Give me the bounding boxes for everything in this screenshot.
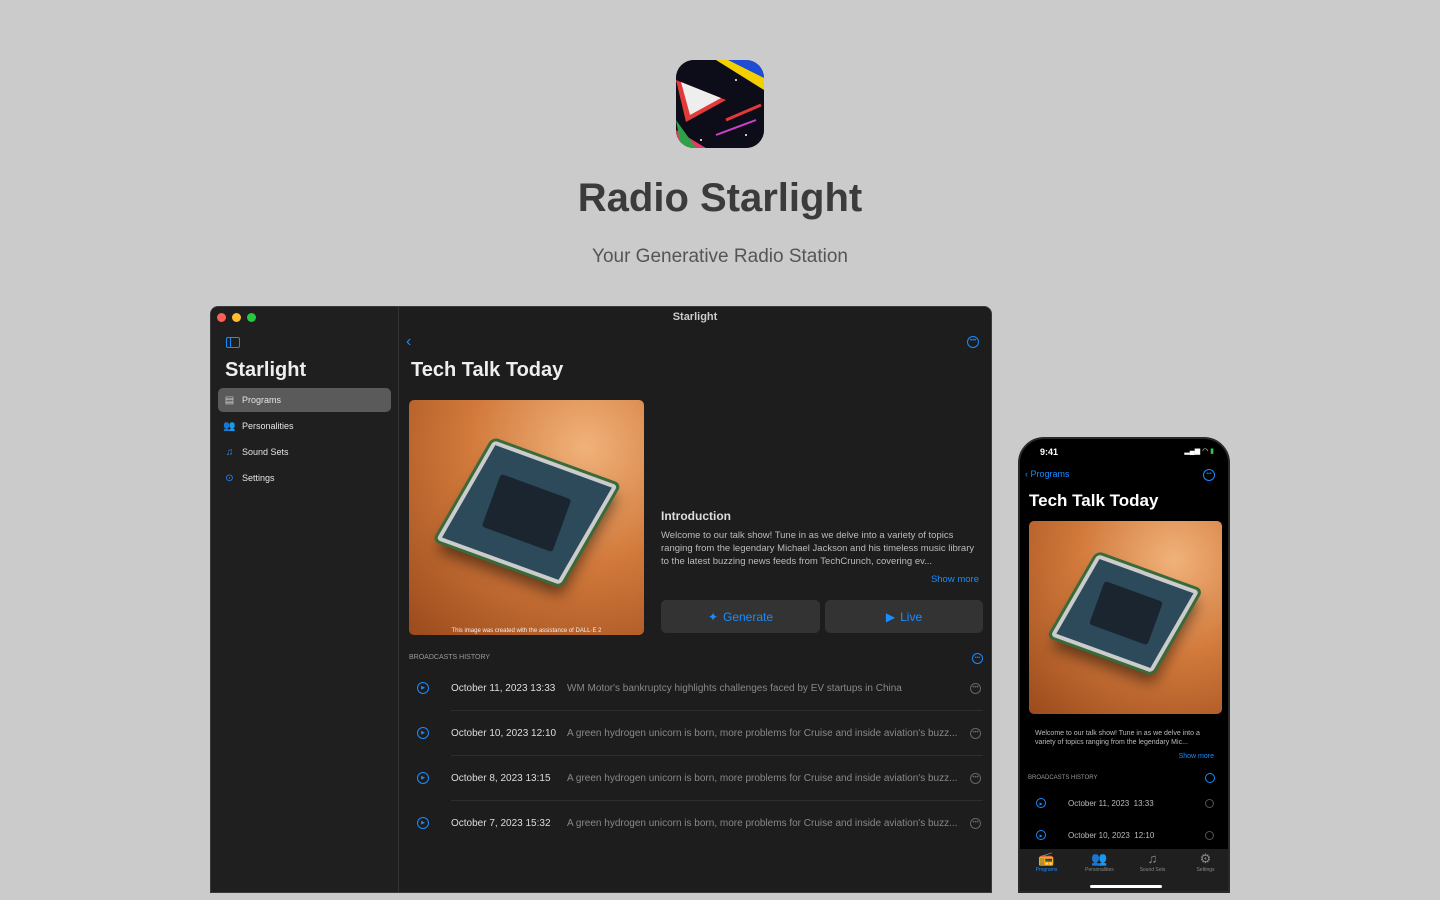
close-window-button[interactable] — [217, 313, 226, 322]
broadcast-description: A green hydrogen unicorn is born, more p… — [567, 727, 958, 739]
history-heading: BROADCASTS HISTORY — [1028, 775, 1098, 781]
broadcast-description: A green hydrogen unicorn is born, more p… — [567, 772, 958, 784]
people-icon: 👥 — [1091, 851, 1108, 866]
broadcast-description: A green hydrogen unicorn is born, more p… — [567, 817, 958, 829]
history-row[interactable]: ▶ October 10, 2023 12:10 A green hydrogen … — [409, 711, 991, 755]
gear-icon: ⊙ — [225, 472, 234, 484]
tab-bar: 📻 Programs 👥 Personalities ♫ Sound Sets ⚙ Setti… — [1020, 849, 1228, 891]
play-icon[interactable]: ▶ — [1036, 830, 1046, 840]
sidebar-item-label: Settings — [242, 473, 275, 483]
history-row[interactable]: ▶ October 11, 2023 13:33 — [1020, 791, 1228, 815]
broadcast-date: October 10, 2023 12:10 — [451, 727, 557, 739]
status-icons: ▂▄▆ ◠ ▮ — [1184, 447, 1214, 455]
button-label: Generate — [723, 609, 774, 624]
hero-subtitle: Your Generative Radio Station — [592, 246, 848, 267]
sparkle-icon: ✦ — [707, 609, 718, 624]
history-row[interactable]: ▶ October 8, 2023 13:15 A green hydrogen u… — [409, 756, 991, 800]
sidebar-item-personalities[interactable]: 👥 Personalities — [218, 414, 391, 438]
broadcast-description: WM Motor's bankruptcy highlights challen… — [567, 682, 902, 694]
intro-text: Welcome to our talk show! Tune in as we … — [661, 530, 975, 567]
sidebar-toggle-icon[interactable] — [226, 337, 240, 348]
sidebar-item-label: Personalities — [242, 421, 294, 431]
row-more-icon[interactable]: ••• — [970, 772, 981, 784]
broadcast-date: October 7, 2023 15:32 — [451, 817, 551, 829]
radio-icon: ▤ — [224, 394, 235, 406]
tab-label: Personalities — [1085, 867, 1114, 873]
music-list-icon: ♫ — [225, 446, 234, 458]
play-icon[interactable]: ▶ — [1036, 798, 1046, 808]
row-more-icon[interactable] — [1205, 830, 1214, 840]
program-artwork: This image was created with the assistan… — [409, 400, 644, 635]
signal-icon: ▂▄▆ — [1184, 448, 1201, 455]
button-label: Live — [900, 609, 923, 624]
music-list-icon: ♫ — [1147, 851, 1158, 866]
history-more-icon[interactable] — [1205, 773, 1215, 783]
history-heading: BROADCASTS HISTORY — [409, 654, 491, 661]
sidebar: Starlight ▤ Programs 👥 Personalities ♫ Soun… — [211, 307, 399, 892]
page-title: Tech Talk Today — [411, 359, 564, 381]
broadcast-date: October 11, 2023 13:33 — [1068, 798, 1154, 808]
play-icon[interactable]: ▶ — [417, 817, 429, 829]
tab-programs[interactable]: 📻 Programs — [1020, 851, 1073, 873]
tab-label: Programs — [1035, 867, 1058, 873]
battery-icon: ▮ — [1210, 448, 1214, 455]
history-row[interactable]: ▶ October 10, 2023 12:10 — [1020, 823, 1228, 847]
generate-button[interactable]: ✦ Generate — [661, 600, 820, 633]
people-icon: 👥 — [223, 420, 236, 432]
play-icon[interactable]: ▶ — [417, 682, 429, 694]
app-icon — [676, 60, 764, 148]
status-time: 9:41 — [1040, 447, 1059, 457]
row-more-icon[interactable]: ••• — [970, 817, 981, 829]
broadcast-date: October 10, 2023 12:10 — [1068, 830, 1155, 840]
play-icon[interactable]: ▶ — [417, 772, 429, 784]
gear-icon: ⚙ — [1199, 851, 1212, 866]
minimize-window-button[interactable] — [232, 313, 241, 322]
tab-settings[interactable]: ⚙ Settings — [1179, 851, 1228, 873]
program-artwork — [1029, 521, 1222, 714]
radio-icon: 📻 — [1038, 851, 1055, 866]
zoom-window-button[interactable] — [247, 313, 256, 322]
tab-label: Sound Sets — [1139, 867, 1166, 873]
back-button[interactable]: ‹ Programs — [1025, 469, 1070, 479]
show-more-link[interactable]: Show more — [931, 574, 979, 585]
row-more-icon[interactable]: ••• — [970, 727, 981, 739]
window-title: Starlight — [672, 311, 718, 323]
sidebar-item-label: Programs — [242, 395, 282, 405]
hero-title: Radio Starlight — [577, 176, 863, 220]
play-icon[interactable]: ▶ — [417, 727, 429, 739]
intro-text: Welcome to our talk show! Tune in as we … — [1035, 730, 1200, 746]
show-more-link[interactable]: Show more — [1179, 753, 1214, 760]
tab-sound-sets[interactable]: ♫ Sound Sets — [1126, 851, 1179, 873]
sidebar-item-settings[interactable]: ⊙ Settings — [218, 466, 391, 490]
live-button[interactable]: ▶ Live — [825, 600, 983, 633]
tab-personalities[interactable]: 👥 Personalities — [1073, 851, 1126, 873]
back-label: Programs — [1030, 469, 1070, 479]
sidebar-title: Starlight — [225, 359, 307, 381]
phone-frame: 9:41 ▂▄▆ ◠ ▮ ‹ Programs ••• Tech Talk To… — [1018, 437, 1230, 893]
image-caption: This image was created with the assistan… — [451, 628, 602, 634]
history-row[interactable]: ▶ October 7, 2023 15:32 A green hydrogen u… — [409, 801, 991, 845]
row-more-icon[interactable]: ••• — [970, 682, 981, 694]
page-title: Tech Talk Today — [1029, 491, 1159, 510]
more-options-icon[interactable]: ••• — [1203, 469, 1215, 481]
play-icon: ▶ — [885, 609, 896, 624]
wifi-icon: ◠ — [1202, 448, 1209, 455]
tab-label: Settings — [1196, 867, 1215, 873]
broadcast-date: October 8, 2023 13:15 — [451, 772, 551, 784]
mac-window: Starlight ▤ Programs 👥 Personalities ♫ Soun… — [210, 306, 992, 893]
more-options-icon[interactable]: ••• — [967, 336, 979, 348]
broadcast-date: October 11, 2023 13:33 — [451, 682, 556, 694]
sidebar-item-label: Sound Sets — [242, 447, 289, 457]
intro-heading: Introduction — [661, 509, 731, 523]
back-chevron-icon[interactable]: ‹ — [406, 333, 411, 351]
history-row[interactable]: ▶ October 11, 2023 13:33 WM Motor's bankru… — [409, 666, 991, 710]
row-more-icon[interactable] — [1205, 798, 1214, 808]
history-more-icon[interactable]: ••• — [972, 653, 983, 664]
sidebar-item-sound-sets[interactable]: ♫ Sound Sets — [218, 440, 391, 464]
sidebar-item-programs[interactable]: ▤ Programs — [218, 388, 391, 412]
home-indicator — [1090, 885, 1162, 888]
